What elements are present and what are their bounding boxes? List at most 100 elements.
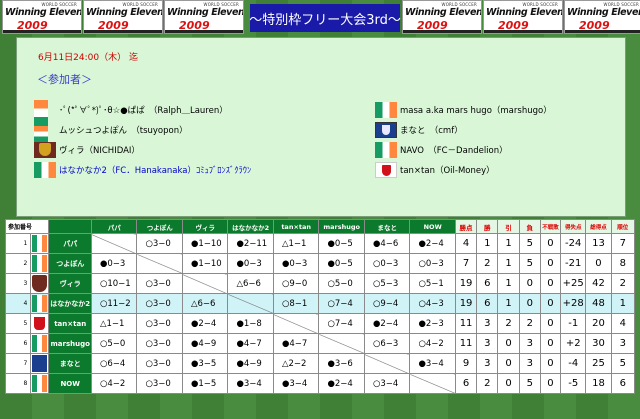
team-icon-cell xyxy=(30,273,50,294)
team-col-header: まなと xyxy=(363,219,411,234)
team-badge-icon xyxy=(32,315,48,332)
stat-cell: 0 xyxy=(539,253,562,274)
diagonal-cell xyxy=(318,333,365,354)
participant-entry: まなと （cmf） xyxy=(375,122,463,138)
crest-icon xyxy=(34,142,56,158)
participant-entry: masa a.ka mars hugo（marshugo） xyxy=(375,102,552,118)
result-cell: ●3−6 xyxy=(318,353,365,374)
team-icon-cell xyxy=(30,233,50,254)
table-row: 2 つよぽん ●0−3 ●1−10 ●0−3 ●0−3 ●0−5 ○0−3 ○0−3 7 2 1 5 0-… xyxy=(4,253,636,274)
stat-cell: -1 xyxy=(560,313,587,334)
stat-cell: 2 xyxy=(610,273,636,294)
stat-header: 勝点 xyxy=(454,219,478,234)
team-badge-icon xyxy=(32,235,48,252)
header-logos-left: WORLD SOCCER Winning Eleven. 2009 WORLD SO… xyxy=(2,0,244,34)
stat-cell: +2 xyxy=(560,333,587,354)
game-logo: WORLD SOCCER Winning Eleven. 2009 xyxy=(83,0,163,34)
stat-cell: 0 xyxy=(539,333,562,354)
team-icon-cell xyxy=(30,293,50,314)
result-cell: ○6−4 xyxy=(90,353,138,374)
stat-cell: 1 xyxy=(497,253,520,274)
result-cell: ○8−1 xyxy=(272,293,320,314)
result-cell: ●2−4 xyxy=(363,313,411,334)
result-cell: ●0−3 xyxy=(90,253,138,274)
team-col-header: パパ xyxy=(90,219,138,234)
result-cell: ○4−2 xyxy=(90,373,138,394)
result-cell: ●2−4 xyxy=(409,233,456,254)
team-icon-cell xyxy=(30,253,50,274)
game-logo: WORLD SOCCER Winning Eleven. 2009 xyxy=(164,0,244,34)
result-cell: ●4−6 xyxy=(363,233,411,254)
diagonal-cell xyxy=(409,373,456,394)
team-icon-cell xyxy=(30,333,50,354)
team-icon-cell xyxy=(30,353,50,374)
table-row: 5 tan×tan △1−1 ○3−0 ●2−4 ●1−8 ○7−4 ●2−4 ●2−3 11 3 2… xyxy=(4,313,636,334)
result-cell: ○3−0 xyxy=(136,353,183,374)
stat-header: 勝 xyxy=(476,219,499,234)
result-cell: ●4−9 xyxy=(227,353,274,374)
table-row: 8 NOW ○4−2 ○3−0 ●1−5 ●3−4 ●3−4 ●2−4 ○3−4 6 2 0 5 0 -5 1… xyxy=(4,373,636,394)
result-cell: ○7−4 xyxy=(318,313,365,334)
stat-cell: 5 xyxy=(610,353,636,374)
team-name: ヴィラ xyxy=(48,273,92,294)
stat-cell: 0 xyxy=(539,233,562,254)
stat-header: 総得点 xyxy=(585,219,612,234)
game-logo: WORLD SOCCER Winning Eleven. 2009 xyxy=(402,0,482,34)
stat-cell: 3 xyxy=(476,333,499,354)
stat-cell: 19 xyxy=(454,273,478,294)
result-cell: △6−6 xyxy=(227,273,274,294)
deadline-text: 6月11日24:00（木） 迄 xyxy=(38,53,138,63)
team-badge-icon xyxy=(32,335,48,352)
result-cell: ○4−2 xyxy=(409,333,456,354)
result-cell: ○3−0 xyxy=(136,313,183,334)
result-cell: ○3−0 xyxy=(136,373,183,394)
result-cell: ●3−4 xyxy=(272,373,320,394)
stat-cell: 4 xyxy=(454,233,478,254)
team-col-header: ヴィラ xyxy=(181,219,229,234)
stat-cell: 0 xyxy=(539,273,562,294)
stat-cell: 1 xyxy=(497,293,520,314)
result-cell: ○10−1 xyxy=(90,273,138,294)
stat-cell: 9 xyxy=(454,353,478,374)
result-cell: ○9−4 xyxy=(363,293,411,314)
stat-cell: 18 xyxy=(585,373,612,394)
stat-cell: 1 xyxy=(497,273,520,294)
stat-cell: 3 xyxy=(518,333,541,354)
flag-icon xyxy=(375,142,397,158)
stat-cell: 13 xyxy=(585,233,612,254)
game-logo: WORLD SOCCER Winning Eleven. 2009 xyxy=(2,0,82,34)
result-cell: ○0−3 xyxy=(409,253,456,274)
result-cell: ●3−5 xyxy=(181,353,229,374)
stat-header: 不戦敗 xyxy=(539,219,562,234)
stat-cell: 25 xyxy=(585,353,612,374)
team-badge-icon xyxy=(32,295,48,312)
participant-entry: はなかなか2（FC．Hanakanaka）ｺﾐｭﾌﾞﾛﾝｽﾞｸﾗｳﾝ xyxy=(34,162,251,178)
result-cell: ●1−10 xyxy=(181,253,229,274)
stat-cell: 11 xyxy=(454,313,478,334)
stat-cell: 6 xyxy=(454,373,478,394)
game-logo: WORLD SOCCER Winning Eleven. 2009 xyxy=(564,0,640,34)
result-cell: ○4−3 xyxy=(409,293,456,314)
stat-cell: 11 xyxy=(454,333,478,354)
participant-entry: ムッシュつよぽん （tsuyopon） xyxy=(59,126,188,136)
page-title: ～特別枠フリー大会3rd～ xyxy=(249,4,401,32)
stat-cell: 4 xyxy=(610,313,636,334)
participant-entry: ･ﾟ(*ﾟ∀ﾟ*)ﾟ･θ☆●ぱぱ （Ralph＿Lauren） xyxy=(59,106,228,116)
stat-cell: 5 xyxy=(518,233,541,254)
result-cell: ●1−5 xyxy=(181,373,229,394)
stat-cell: 0 xyxy=(497,333,520,354)
result-cell: ●3−4 xyxy=(227,373,274,394)
result-cell: ○7−4 xyxy=(318,293,365,314)
result-cell: ●3−4 xyxy=(409,353,456,374)
stat-cell: 3 xyxy=(610,333,636,354)
stat-cell: 3 xyxy=(476,313,499,334)
result-cell: ○5−3 xyxy=(363,273,411,294)
diagonal-cell xyxy=(136,253,183,274)
stat-cell: -4 xyxy=(560,353,587,374)
result-cell: △1−1 xyxy=(272,233,320,254)
result-cell: ○3−0 xyxy=(136,293,183,314)
stat-cell: 0 xyxy=(539,373,562,394)
table-row: 7 まなと ○6−4 ○3−0 ●3−5 ●4−9 △2−2 ●3−6 ●3−4 9 3 0 3 0 -4 2… xyxy=(4,353,636,374)
stat-cell: 2 xyxy=(518,313,541,334)
stat-cell: 0 xyxy=(497,373,520,394)
